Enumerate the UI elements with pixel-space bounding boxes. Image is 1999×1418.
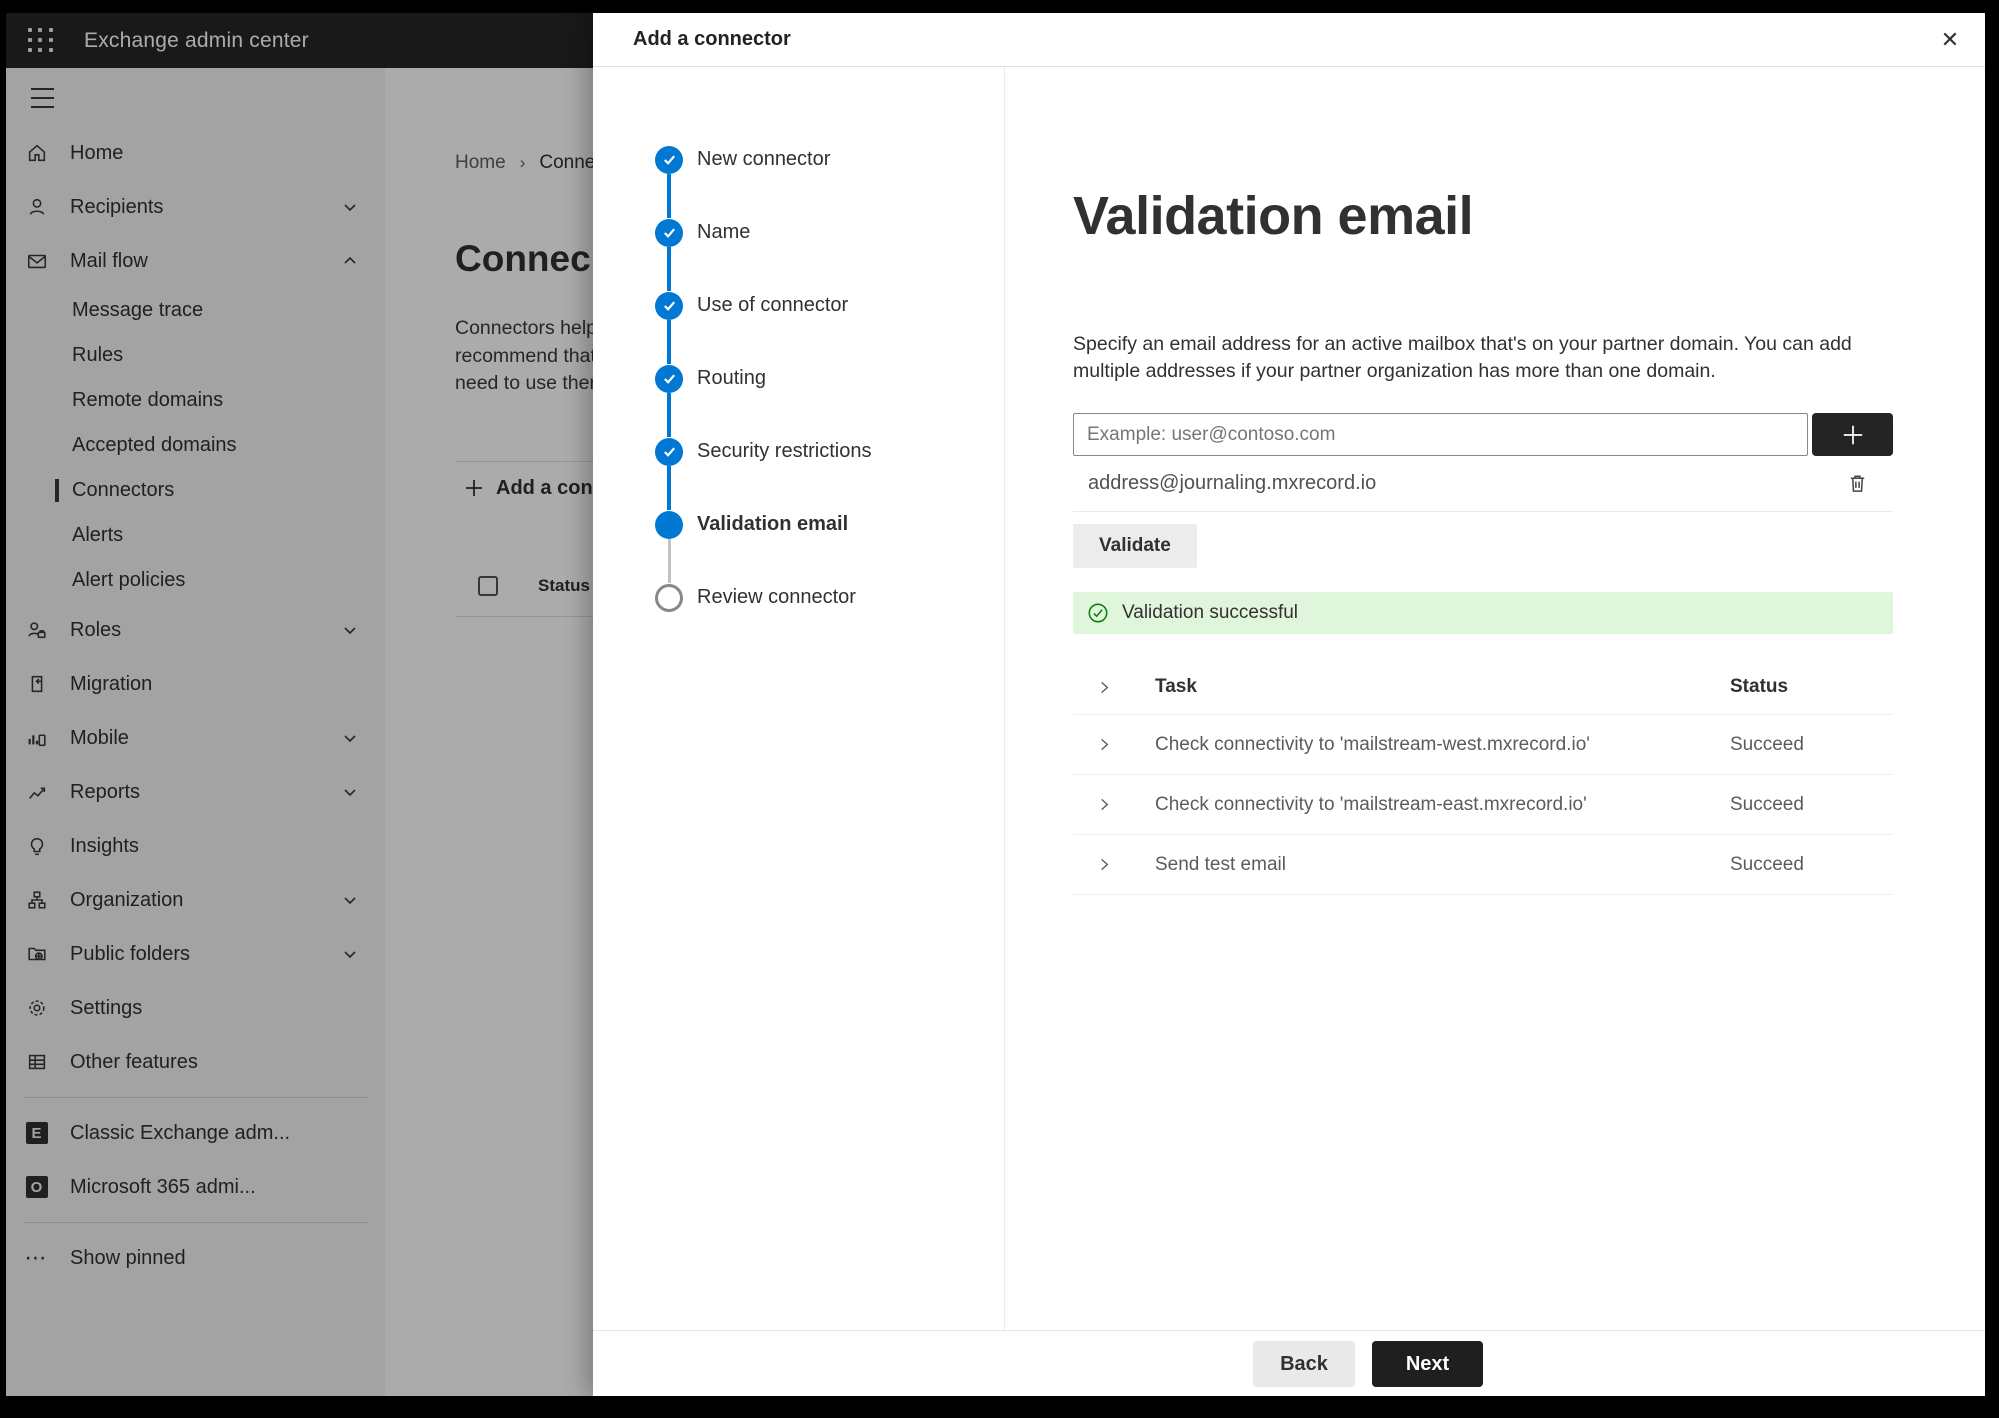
- address-email: address@journaling.mxrecord.io: [1088, 472, 1377, 494]
- panel-header: Add a connector ✕: [593, 13, 1985, 67]
- expand-row-chevron-icon[interactable]: [1073, 737, 1112, 752]
- table-row: Check connectivity to 'mailstream-west.m…: [1073, 715, 1893, 775]
- add-connector-panel: Add a connector ✕ New connector Name Use…: [593, 13, 1985, 1396]
- expand-all-chevron-icon[interactable]: [1073, 680, 1112, 695]
- table-header-row: Task Status: [1073, 660, 1893, 715]
- panel-footer: Back Next: [593, 1330, 1985, 1396]
- validation-task-table: Task Status Check connectivity to 'mails…: [1073, 660, 1893, 895]
- step-security-restrictions[interactable]: Security restrictions: [655, 415, 1004, 510]
- table-row: Send test email Succeed: [1073, 835, 1893, 895]
- step-todo-icon: [655, 583, 683, 612]
- success-message: Validation successful: [1122, 602, 1299, 623]
- close-icon[interactable]: ✕: [1935, 25, 1965, 55]
- back-button[interactable]: Back: [1253, 1341, 1355, 1387]
- step-name[interactable]: Name: [655, 196, 1004, 291]
- step-content: Validation email Specify an email addres…: [1005, 67, 1985, 1330]
- validation-success-banner: Validation successful: [1073, 592, 1893, 634]
- task-column-header: Task: [1155, 676, 1197, 697]
- step-check-icon: [655, 437, 683, 466]
- step-new-connector[interactable]: New connector: [655, 123, 1004, 218]
- wizard-steps: New connector Name Use of connector Rout…: [593, 67, 1005, 1330]
- step-check-icon: [655, 291, 683, 320]
- plus-icon: [1843, 425, 1862, 444]
- address-list-item: address@journaling.mxrecord.io: [1073, 456, 1893, 512]
- content-description: Specify an email address for an active m…: [1073, 333, 1852, 382]
- step-review-connector[interactable]: Review connector: [655, 561, 1004, 634]
- success-check-icon: [1088, 603, 1108, 623]
- task-cell: Check connectivity to 'mailstream-east.m…: [1155, 793, 1587, 815]
- trash-icon: [1850, 475, 1864, 492]
- next-button[interactable]: Next: [1372, 1341, 1483, 1387]
- delete-address-button[interactable]: [1843, 470, 1871, 498]
- step-validation-email[interactable]: Validation email: [655, 488, 1004, 583]
- expand-row-chevron-icon[interactable]: [1073, 857, 1112, 872]
- step-check-icon: [655, 145, 683, 174]
- status-cell: Succeed: [1730, 793, 1804, 815]
- step-check-icon: [655, 218, 683, 247]
- panel-title: Add a connector: [633, 28, 791, 50]
- task-cell: Check connectivity to 'mailstream-west.m…: [1155, 733, 1590, 755]
- status-cell: Succeed: [1730, 853, 1804, 875]
- add-email-button[interactable]: [1812, 413, 1893, 456]
- status-cell: Succeed: [1730, 733, 1804, 755]
- expand-row-chevron-icon[interactable]: [1073, 797, 1112, 812]
- screen: Exchange admin center Home Recipients Ma…: [0, 0, 1999, 1418]
- step-current-icon: [655, 510, 683, 539]
- task-cell: Send test email: [1155, 853, 1286, 875]
- step-check-icon: [655, 364, 683, 393]
- step-use-of-connector[interactable]: Use of connector: [655, 269, 1004, 364]
- status-column-header: Status: [1730, 676, 1789, 697]
- content-heading: Validation email: [1073, 186, 1474, 246]
- email-address-input[interactable]: [1073, 413, 1808, 456]
- table-row: Check connectivity to 'mailstream-east.m…: [1073, 775, 1893, 835]
- validate-button[interactable]: Validate: [1073, 524, 1197, 568]
- step-routing[interactable]: Routing: [655, 342, 1004, 437]
